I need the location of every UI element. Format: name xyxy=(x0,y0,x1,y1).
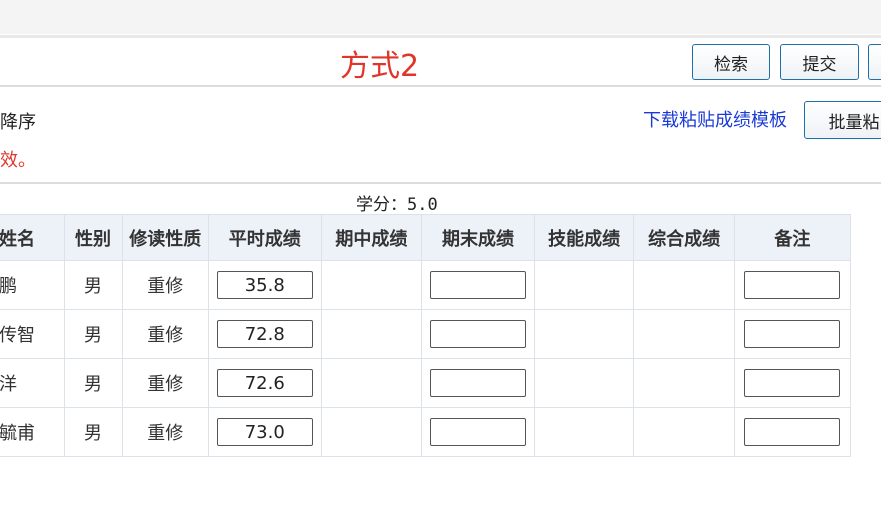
extra-button[interactable] xyxy=(868,44,881,80)
table-header-row: 姓名 性别 修读性质 平时成绩 期中成绩 期末成绩 技能成绩 综合成绩 备注 xyxy=(0,214,852,261)
table-row: 传智 男 重修 xyxy=(0,309,852,359)
skill-score-cell xyxy=(533,260,635,310)
remark-input[interactable] xyxy=(744,271,841,299)
col-header-final-score: 期末成绩 xyxy=(421,214,535,261)
student-gender: 男 xyxy=(63,309,123,359)
remark-input[interactable] xyxy=(744,320,841,348)
skill-score-cell xyxy=(533,309,635,359)
credit-label: 学分：5.0 xyxy=(356,195,438,215)
skill-score-cell xyxy=(533,407,635,457)
search-button[interactable]: 检索 xyxy=(692,44,770,80)
remark-input[interactable] xyxy=(744,369,841,397)
final-score-input[interactable] xyxy=(429,369,526,397)
total-score-cell xyxy=(633,407,735,457)
study-type: 重修 xyxy=(121,309,209,359)
col-header-total-score: 综合成绩 xyxy=(633,214,735,261)
sort-text: 降序 xyxy=(0,112,36,133)
col-header-skill-score: 技能成绩 xyxy=(533,214,635,261)
student-gender: 男 xyxy=(63,407,123,457)
total-score-cell xyxy=(633,358,735,408)
usual-score-input[interactable] xyxy=(216,271,313,299)
student-name: 洋 xyxy=(0,358,65,408)
info-row: 降序 效。 下载粘贴成绩模板 批量粘 xyxy=(0,96,881,184)
study-type: 重修 xyxy=(121,358,209,408)
col-header-midterm-score: 期中成绩 xyxy=(320,214,423,261)
col-header-remark: 备注 xyxy=(733,214,852,261)
final-score-input[interactable] xyxy=(429,271,526,299)
student-gender: 男 xyxy=(63,358,123,408)
notice-text: 效。 xyxy=(0,150,36,171)
grades-table: 姓名 性别 修读性质 平时成绩 期中成绩 期末成绩 技能成绩 综合成绩 备注 鹏… xyxy=(0,214,852,457)
col-header-usual-score: 平时成绩 xyxy=(207,214,322,261)
col-header-name: 姓名 xyxy=(0,214,65,261)
student-name: 传智 xyxy=(0,309,65,359)
header-bar: 方式2 检索 提交 xyxy=(0,35,881,87)
total-score-cell xyxy=(633,309,735,359)
mode-title: 方式2 xyxy=(340,49,420,84)
midterm-score-cell xyxy=(320,358,423,408)
midterm-score-cell xyxy=(320,260,423,310)
table-row: 鹏 男 重修 xyxy=(0,260,852,310)
usual-score-input[interactable] xyxy=(216,320,313,348)
final-score-input[interactable] xyxy=(429,320,526,348)
table-row: 洋 男 重修 xyxy=(0,358,852,408)
skill-score-cell xyxy=(533,358,635,408)
midterm-score-cell xyxy=(320,407,423,457)
batch-paste-button[interactable]: 批量粘 xyxy=(804,101,881,139)
usual-score-input[interactable] xyxy=(216,418,313,446)
student-name: 鹏 xyxy=(0,260,65,310)
student-gender: 男 xyxy=(63,260,123,310)
table-row: 毓甫 男 重修 xyxy=(0,407,852,457)
total-score-cell xyxy=(633,260,735,310)
download-template-link[interactable]: 下载粘贴成绩模板 xyxy=(643,106,787,132)
midterm-score-cell xyxy=(320,309,423,359)
student-name: 毓甫 xyxy=(0,407,65,457)
col-header-gender: 性别 xyxy=(63,214,123,261)
study-type: 重修 xyxy=(121,407,209,457)
remark-input[interactable] xyxy=(744,418,841,446)
top-strip xyxy=(0,0,881,34)
final-score-input[interactable] xyxy=(429,418,526,446)
usual-score-input[interactable] xyxy=(216,369,313,397)
col-header-study-type: 修读性质 xyxy=(121,214,209,261)
submit-button[interactable]: 提交 xyxy=(780,44,859,80)
study-type: 重修 xyxy=(121,260,209,310)
